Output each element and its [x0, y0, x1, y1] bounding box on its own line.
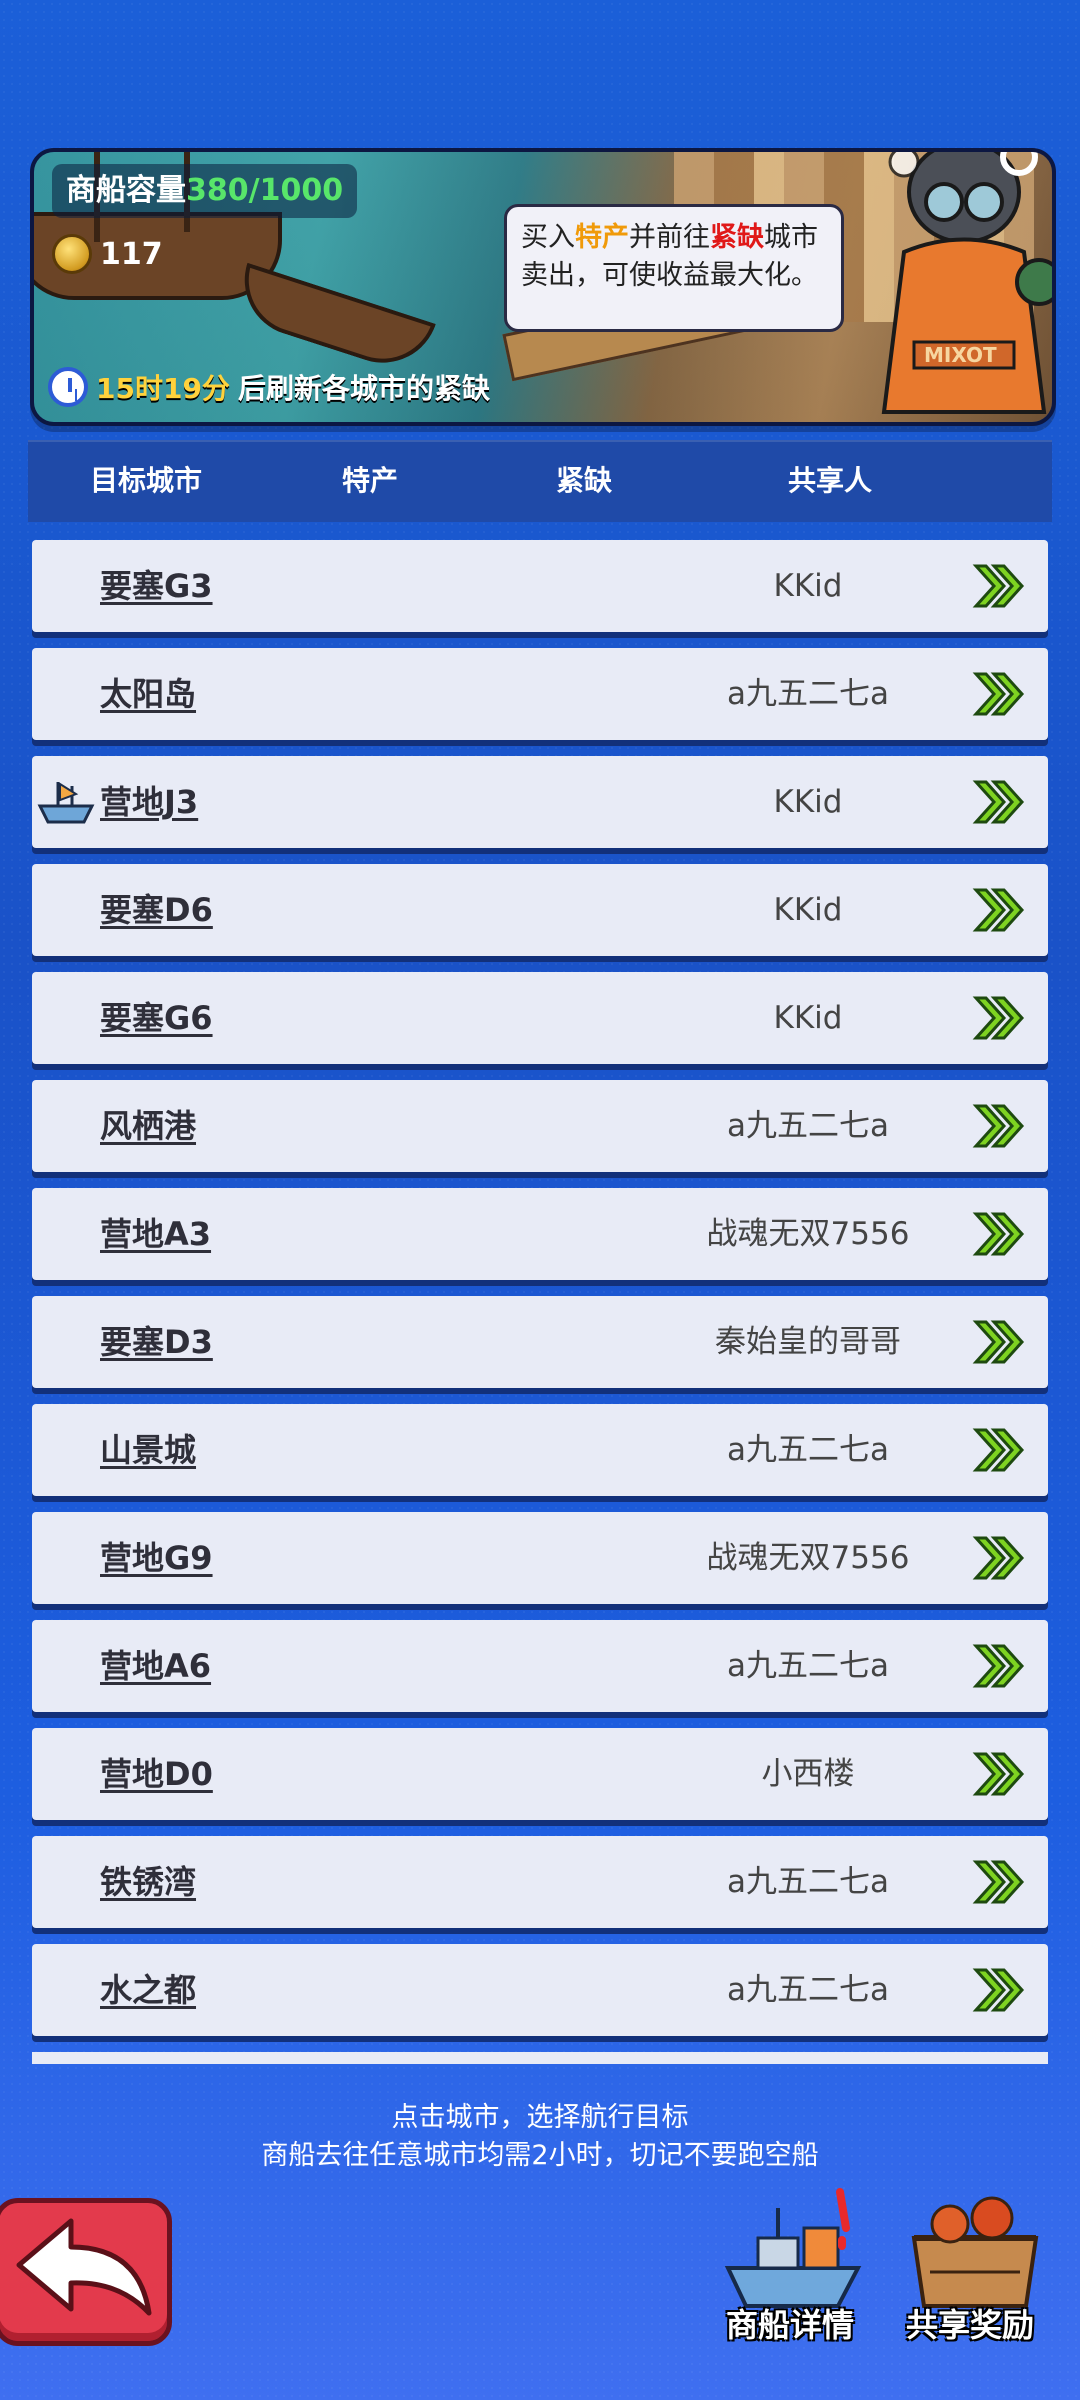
- city-list[interactable]: 要塞G3 KKid 太阳岛 a九五二七a 营地J3 KKid 要塞D6 KKid…: [32, 540, 1048, 2052]
- city-name[interactable]: 营地D0: [100, 1728, 213, 1820]
- header-target-city: 目标城市: [90, 464, 203, 497]
- sharer-name: 秦始皇的哥哥: [715, 1324, 901, 1360]
- double-chevron-right-icon[interactable]: [972, 1750, 1026, 1798]
- city-name[interactable]: 要塞G6: [100, 972, 213, 1064]
- table-row[interactable]: 要塞D6 KKid: [32, 864, 1048, 956]
- sharer-name: a九五二七a: [727, 1432, 889, 1468]
- back-button[interactable]: [0, 2198, 172, 2346]
- table-row[interactable]: 营地A6 a九五二七a: [32, 1620, 1048, 1712]
- ship-capacity: 商船容量380/1000: [52, 164, 358, 218]
- double-chevron-right-icon[interactable]: [972, 1534, 1026, 1582]
- table-row[interactable]: 营地J3 KKid: [32, 756, 1048, 848]
- sharer-name: a九五二七a: [727, 1648, 889, 1684]
- sharer-name: a九五二七a: [727, 676, 889, 712]
- city-name[interactable]: 要塞D6: [100, 864, 213, 956]
- header-sharer: 共享人: [788, 464, 873, 497]
- next-row-peek: [32, 2052, 1048, 2064]
- capacity-value: 380/1000: [186, 173, 344, 208]
- refresh-timer: 15时19分 后刷新各城市的紧缺: [48, 362, 490, 412]
- double-chevron-right-icon[interactable]: [972, 670, 1026, 718]
- sharer-name: KKid: [773, 784, 843, 820]
- table-row[interactable]: 水之都 a九五二七a: [32, 1944, 1048, 2036]
- ship-details-label[interactable]: 商船详情: [726, 2300, 854, 2346]
- back-arrow-icon: [16, 2218, 152, 2316]
- sharer-name: a九五二七a: [727, 1972, 889, 2008]
- sharer-name: a九五二七a: [727, 1864, 889, 1900]
- tip-speech-bubble: 买入特产并前往紧缺城市 卖出，可使收益最大化。: [504, 204, 844, 332]
- city-name[interactable]: 铁锈湾: [100, 1836, 196, 1928]
- double-chevron-right-icon[interactable]: [972, 1966, 1026, 2014]
- city-name[interactable]: 营地A6: [100, 1620, 211, 1712]
- city-name[interactable]: 营地J3: [100, 756, 198, 848]
- double-chevron-right-icon[interactable]: [972, 886, 1026, 934]
- hint-line-1: 点击城市，选择航行目标: [391, 2102, 689, 2133]
- ship-icon: [37, 782, 95, 824]
- ship-details-icon[interactable]: [718, 2188, 868, 2318]
- table-header: 目标城市 特产 紧缺 共享人: [28, 440, 1052, 522]
- share-rewards-icon[interactable]: [900, 2188, 1050, 2318]
- table-row[interactable]: 铁锈湾 a九五二七a: [32, 1836, 1048, 1928]
- tip-text: 买入: [521, 222, 575, 253]
- table-row[interactable]: 营地A3 战魂无双7556: [32, 1188, 1048, 1280]
- sharer-name: KKid: [773, 892, 843, 928]
- double-chevron-right-icon[interactable]: [972, 1426, 1026, 1474]
- header-shortage: 紧缺: [556, 464, 613, 497]
- double-chevron-right-icon[interactable]: [972, 994, 1026, 1042]
- sharer-name: 战魂无双7556: [706, 1540, 910, 1576]
- sharer-name: a九五二七a: [727, 1108, 889, 1144]
- timer-suffix: 后刷新各城市的紧缺: [237, 372, 490, 405]
- table-row[interactable]: 太阳岛 a九五二七a: [32, 648, 1048, 740]
- city-name[interactable]: 要塞D3: [100, 1296, 213, 1388]
- sharer-name: KKid: [773, 1000, 843, 1036]
- city-name[interactable]: 营地A3: [100, 1188, 211, 1280]
- city-name[interactable]: 要塞G3: [100, 540, 213, 632]
- city-name[interactable]: 营地G9: [100, 1512, 213, 1604]
- sharer-name: KKid: [773, 568, 843, 604]
- double-chevron-right-icon[interactable]: [972, 1858, 1026, 1906]
- city-name[interactable]: 太阳岛: [100, 648, 196, 740]
- merchant-banner: MIXOT 商船容量380/1000 117 买入特产并前往紧缺城市 卖出，可使…: [30, 148, 1056, 426]
- merchant-character-illustration: MIXOT: [881, 152, 1052, 414]
- svg-text:MIXOT: MIXOT: [924, 343, 997, 367]
- timer-value: 15时19分: [96, 372, 230, 405]
- table-row[interactable]: 要塞G6 KKid: [32, 972, 1048, 1064]
- double-chevron-right-icon[interactable]: [972, 562, 1026, 610]
- coin-balance: 117: [52, 230, 163, 278]
- tip-text: 城市: [764, 222, 818, 253]
- coin-icon: [52, 234, 92, 274]
- tip-special-highlight: 特产: [575, 222, 629, 253]
- city-name[interactable]: 水之都: [100, 1944, 196, 2036]
- table-row[interactable]: 要塞G3 KKid: [32, 540, 1048, 632]
- double-chevron-right-icon[interactable]: [972, 1102, 1026, 1150]
- capacity-label: 商船容量: [66, 173, 186, 208]
- coin-amount: 117: [100, 236, 163, 272]
- hint-line-2: 商船去往任意城市均需2小时，切记不要跑空船: [261, 2140, 819, 2171]
- tip-text: 并前往: [629, 222, 710, 253]
- clock-icon: [48, 367, 88, 407]
- tip-text: 卖出，可使收益最大化。: [521, 260, 818, 291]
- double-chevron-right-icon[interactable]: [972, 1642, 1026, 1690]
- sharer-name: 战魂无双7556: [706, 1216, 910, 1252]
- double-chevron-right-icon[interactable]: [972, 778, 1026, 826]
- sharer-name: 小西楼: [761, 1756, 855, 1792]
- table-row[interactable]: 风栖港 a九五二七a: [32, 1080, 1048, 1172]
- double-chevron-right-icon[interactable]: [972, 1210, 1026, 1258]
- city-name[interactable]: 风栖港: [100, 1080, 196, 1172]
- share-rewards-label[interactable]: 共享奖励: [906, 2300, 1034, 2346]
- rowboat-illustration: [230, 262, 436, 378]
- table-row[interactable]: 山景城 a九五二七a: [32, 1404, 1048, 1496]
- table-row[interactable]: 要塞D3 秦始皇的哥哥: [32, 1296, 1048, 1388]
- table-row[interactable]: 营地D0 小西楼: [32, 1728, 1048, 1820]
- city-name[interactable]: 山景城: [100, 1404, 196, 1496]
- tip-shortage-highlight: 紧缺: [710, 222, 764, 253]
- header-specialty: 特产: [342, 464, 399, 497]
- double-chevron-right-icon[interactable]: [972, 1318, 1026, 1366]
- table-row[interactable]: 营地G9 战魂无双7556: [32, 1512, 1048, 1604]
